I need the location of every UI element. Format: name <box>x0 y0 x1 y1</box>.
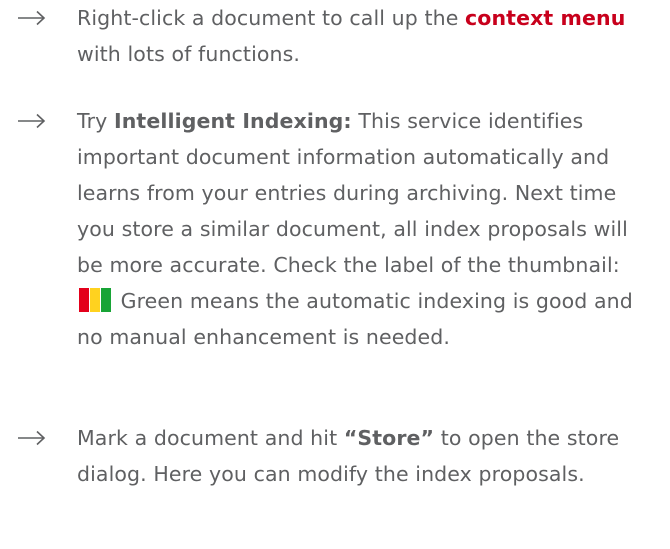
thumbnail-label-icon <box>79 287 112 312</box>
tip-text: Right-click a document to call up the co… <box>77 0 657 72</box>
label-yellow-swatch <box>90 288 100 312</box>
tip-text-part: Green means the automatic indexing is go… <box>77 289 633 349</box>
right-arrow-icon <box>17 113 47 129</box>
tip-text-part: Mark a document and hit <box>77 426 344 450</box>
label-green-swatch <box>101 288 111 312</box>
right-arrow-icon <box>17 10 47 26</box>
store-term: “Store” <box>343 426 435 450</box>
intelligent-indexing-term: Intelligent Indexing: <box>114 109 352 133</box>
context-menu-term: context menu <box>465 6 626 30</box>
tip-text-part: with lots of functions. <box>77 42 300 66</box>
label-red-swatch <box>79 288 89 312</box>
tip-text-part: Right-click a document to call up the <box>77 6 466 30</box>
tip-text: Mark a document and hit “Store” to open … <box>77 420 657 492</box>
tip-text-part: This service identifies important docume… <box>77 109 628 277</box>
tip-text: Try Intelligent Indexing: This service i… <box>77 103 657 355</box>
right-arrow-icon <box>17 430 47 446</box>
tip-text-part: Try <box>77 109 114 133</box>
